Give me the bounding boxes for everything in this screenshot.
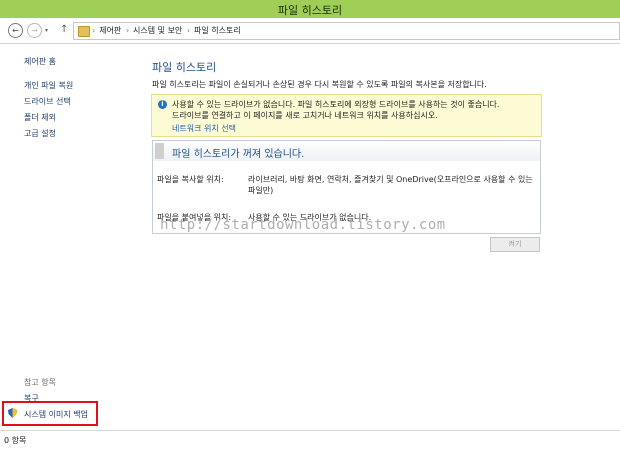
select-network-location-link[interactable]: 네트워크 위치 선택 xyxy=(172,123,236,134)
warning-text-line2: 드라이브를 연결하고 이 페이지를 새로 고치거나 네트워크 위치를 사용하십시… xyxy=(172,111,438,120)
sidebar-item-control-panel-home[interactable]: 제어판 홈 xyxy=(24,56,56,67)
turn-on-button[interactable]: 켜기 xyxy=(490,237,540,252)
back-button[interactable]: ← xyxy=(8,23,23,38)
highlight-box xyxy=(2,401,98,426)
sidebar-item-exclude-folders[interactable]: 폴더 제외 xyxy=(24,112,56,123)
up-button[interactable]: ↑ xyxy=(60,24,68,35)
breadcrumb-control-panel[interactable]: 제어판 xyxy=(99,26,121,35)
breadcrumb-separator: › xyxy=(125,26,130,35)
status-title: 파일 히스토리가 꺼져 있습니다. xyxy=(172,149,305,160)
title-bar: 파일 히스토리 xyxy=(0,0,620,18)
breadcrumb-separator: › xyxy=(186,26,191,35)
main-content: 파일 히스토리 파일 히스토리는 파일이 손실되거나 손상된 경우 다시 복원할… xyxy=(140,44,620,429)
copy-from-label: 파일을 복사할 위치: xyxy=(157,175,224,184)
breadcrumb-file-history[interactable]: 파일 히스토리 xyxy=(194,26,241,35)
window-title: 파일 히스토리 xyxy=(277,4,343,17)
breadcrumb: › 제어판 › 시스템 및 보안 › 파일 히스토리 xyxy=(92,25,243,36)
control-panel-icon xyxy=(78,26,90,37)
breadcrumb-separator: › xyxy=(92,26,96,35)
breadcrumb-system-security[interactable]: 시스템 및 보안 xyxy=(133,26,182,35)
sidebar-item-advanced-settings[interactable]: 고급 설정 xyxy=(24,128,56,139)
sidebar-item-select-drive[interactable]: 드라이브 선택 xyxy=(24,96,71,107)
info-icon: i xyxy=(158,100,167,109)
recent-locations-dropdown-icon[interactable]: ▾ xyxy=(45,27,48,34)
see-also-header: 참고 항목 xyxy=(24,378,56,387)
forward-button[interactable]: → xyxy=(27,23,42,38)
status-bar: 0 항목 xyxy=(0,430,620,452)
status-indicator-icon xyxy=(155,143,164,159)
page-title: 파일 히스토리 xyxy=(152,61,217,74)
status-item-count: 0 항목 xyxy=(4,436,27,445)
sidebar: 제어판 홈 개인 파일 복원 드라이브 선택 폴더 제외 고급 설정 참고 항목… xyxy=(0,44,140,429)
page-description: 파일 히스토리는 파일이 손실되거나 손상된 경우 다시 복원할 수 있도록 파… xyxy=(152,80,487,89)
warning-banner: i 사용할 수 있는 드라이브가 없습니다. 파일 히스토리에 외장형 드라이브… xyxy=(151,94,542,137)
watermark: http://startdownload.tistory.com xyxy=(160,217,446,233)
navigation-bar: ← → ▾ ↑ › 제어판 › 시스템 및 보안 › 파일 히스토리 xyxy=(0,18,620,44)
warning-text-line1: 사용할 수 있는 드라이브가 없습니다. 파일 히스토리에 외장형 드라이브를 … xyxy=(172,100,500,109)
copy-from-value: 라이브러리, 바탕 화면, 연락처, 즐겨찾기 및 OneDrive(오프라인으… xyxy=(248,175,533,195)
address-bar[interactable]: › 제어판 › 시스템 및 보안 › 파일 히스토리 xyxy=(73,22,620,40)
sidebar-item-restore-personal-files[interactable]: 개인 파일 복원 xyxy=(24,80,73,91)
